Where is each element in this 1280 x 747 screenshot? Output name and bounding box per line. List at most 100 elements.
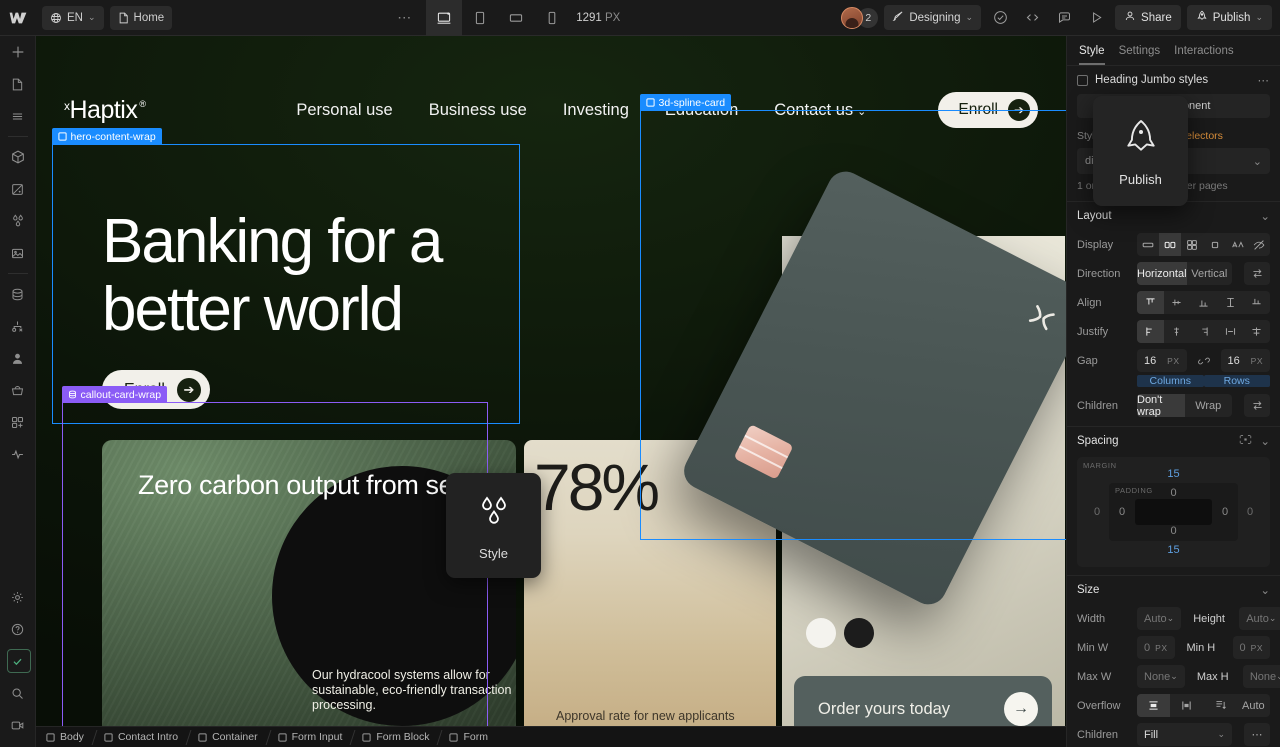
size-children-select[interactable]: Fill ⌄ (1137, 723, 1232, 746)
nav-link-contact-us[interactable]: Contact us ⌄ (774, 101, 866, 120)
locale-selector[interactable]: EN ⌄ (42, 5, 104, 30)
display-grid-option[interactable] (1181, 233, 1203, 256)
chevron-down-icon[interactable]: ⌄ (1260, 583, 1270, 597)
display-flex-option[interactable] (1159, 233, 1182, 256)
align-start-option[interactable] (1137, 291, 1164, 314)
sidebar-item-assets[interactable] (0, 237, 36, 269)
overflow-auto-option[interactable]: Auto (1237, 694, 1270, 717)
sidebar-item-video[interactable] (0, 709, 36, 741)
sidebar-item-analyze[interactable] (0, 438, 36, 470)
justify-start-option[interactable] (1137, 320, 1164, 343)
breadcrumb-item-contact-intro[interactable]: Contact Intro (94, 727, 188, 747)
minw-input[interactable]: 0 PX (1137, 636, 1175, 659)
breakpoint-desktop[interactable] (426, 0, 463, 36)
align-end-option[interactable] (1190, 291, 1217, 314)
sidebar-item-settings[interactable] (0, 581, 36, 613)
comment-icon[interactable] (1051, 5, 1077, 31)
swatch-dark[interactable] (844, 618, 874, 648)
padding-right-value[interactable]: 0 (1212, 499, 1238, 525)
children-wrap-option[interactable]: Wrap (1185, 394, 1233, 417)
nav-link-business-use[interactable]: Business use (429, 101, 527, 120)
direction-horizontal-option[interactable]: Horizontal (1137, 262, 1187, 285)
publish-button[interactable]: Publish ⌄ (1186, 5, 1272, 30)
sidebar-item-users[interactable] (0, 342, 36, 374)
justify-around-option[interactable] (1243, 320, 1270, 343)
tab-style[interactable]: Style (1079, 45, 1105, 65)
breadcrumb-item-body[interactable]: Body (36, 727, 94, 747)
spacing-section-header[interactable]: Spacing ⌄ (1067, 426, 1280, 455)
tab-interactions[interactable]: Interactions (1174, 45, 1233, 65)
width-input[interactable]: Auto ⌄ (1137, 607, 1182, 630)
breakpoint-mobile-portrait[interactable] (534, 0, 570, 36)
share-button[interactable]: Share (1115, 5, 1181, 30)
display-block-option[interactable] (1137, 233, 1159, 256)
nav-link-education[interactable]: Education (665, 101, 738, 120)
sidebar-item-pages[interactable] (0, 68, 36, 100)
overflow-visible-option[interactable] (1137, 694, 1171, 717)
gap-column-input[interactable]: 16 PX (1137, 349, 1187, 372)
hero-enroll-button[interactable]: Enroll ➔ (102, 370, 210, 409)
maxw-input[interactable]: None ⌄ (1137, 665, 1185, 688)
minh-input[interactable]: 0 PX (1232, 636, 1270, 659)
mode-selector[interactable]: Designing ⌄ (884, 5, 982, 30)
justify-end-option[interactable] (1190, 320, 1217, 343)
sidebar-item-navigator[interactable] (0, 100, 36, 132)
align-baseline-option[interactable] (1243, 291, 1270, 314)
sidebar-item-apps[interactable] (0, 406, 36, 438)
margin-left-value[interactable]: 0 (1085, 483, 1109, 541)
sidebar-item-cms[interactable] (0, 278, 36, 310)
gap-row-input[interactable]: 16 PX (1220, 349, 1270, 372)
direction-vertical-option[interactable]: Vertical (1187, 262, 1232, 285)
order-cta-button[interactable]: Order yours today → (794, 676, 1052, 726)
breakpoint-tablet[interactable] (462, 0, 498, 36)
children-dont-wrap-option[interactable]: Don't wrap (1137, 394, 1185, 417)
size-section-header[interactable]: Size ⌄ (1067, 575, 1280, 604)
selector-checkbox[interactable] (1077, 74, 1088, 86)
display-inline-option[interactable] (1226, 233, 1248, 256)
sidebar-item-help[interactable] (0, 613, 36, 645)
display-inline-block-option[interactable] (1204, 233, 1226, 256)
sidebar-item-variables[interactable] (0, 173, 36, 205)
site-logo[interactable]: x Haptix ® (64, 96, 146, 125)
tab-settings[interactable]: Settings (1119, 45, 1161, 65)
overflow-hidden-option[interactable] (1170, 694, 1203, 717)
sidebar-item-ecommerce[interactable] (0, 374, 36, 406)
height-input[interactable]: Auto ⌄ (1239, 607, 1280, 630)
overflow-scroll-option[interactable] (1204, 694, 1237, 717)
breadcrumb-item-form-block[interactable]: Form Block (352, 727, 439, 747)
breadcrumb-item-form[interactable]: Form (439, 727, 498, 747)
margin-right-value[interactable]: 0 (1238, 483, 1262, 541)
audit-check-icon[interactable] (987, 5, 1013, 31)
code-icon[interactable] (1019, 5, 1045, 31)
sidebar-item-logic[interactable] (0, 310, 36, 342)
design-canvas[interactable]: x Haptix ® Personal use Business use Inves… (36, 36, 1066, 726)
chevron-down-icon[interactable]: ⌄ (1260, 209, 1270, 223)
children-wrap-reverse-button[interactable] (1244, 394, 1270, 417)
page-selector[interactable]: Home (109, 5, 173, 30)
breadcrumb-item-form-input[interactable]: Form Input (268, 727, 353, 747)
maxh-input[interactable]: None ⌄ (1242, 665, 1280, 688)
topbar-overflow-button[interactable]: ⋯ (383, 0, 426, 36)
selector-overflow-button[interactable]: ⋯ (1258, 73, 1271, 87)
preview-play-icon[interactable] (1083, 5, 1109, 31)
breakpoint-mobile-landscape[interactable] (498, 0, 534, 36)
swatch-light[interactable] (806, 618, 836, 648)
justify-between-option[interactable] (1217, 320, 1244, 343)
padding-bottom-value[interactable]: 0 (1109, 525, 1238, 537)
justify-center-option[interactable] (1164, 320, 1191, 343)
webflow-logo-icon[interactable] (0, 0, 36, 36)
sidebar-item-style-sources[interactable] (0, 205, 36, 237)
sidebar-item-audit[interactable] (0, 645, 36, 677)
padding-left-value[interactable]: 0 (1109, 499, 1135, 525)
breadcrumb-item-container[interactable]: Container (188, 727, 268, 747)
sidebar-item-components[interactable] (0, 141, 36, 173)
sidebar-item-search[interactable] (0, 677, 36, 709)
margin-bottom-value[interactable]: 15 (1085, 541, 1262, 559)
gap-link-toggle[interactable] (1193, 349, 1215, 372)
display-none-option[interactable] (1248, 233, 1270, 256)
align-center-option[interactable] (1164, 291, 1191, 314)
align-stretch-option[interactable] (1217, 291, 1244, 314)
collaborators[interactable]: 2 (841, 6, 879, 29)
spacing-widget[interactable]: MARGIN 15 0 PADDING 0 0 0 0 0 15 (1077, 457, 1270, 567)
nav-link-investing[interactable]: Investing (563, 101, 629, 120)
